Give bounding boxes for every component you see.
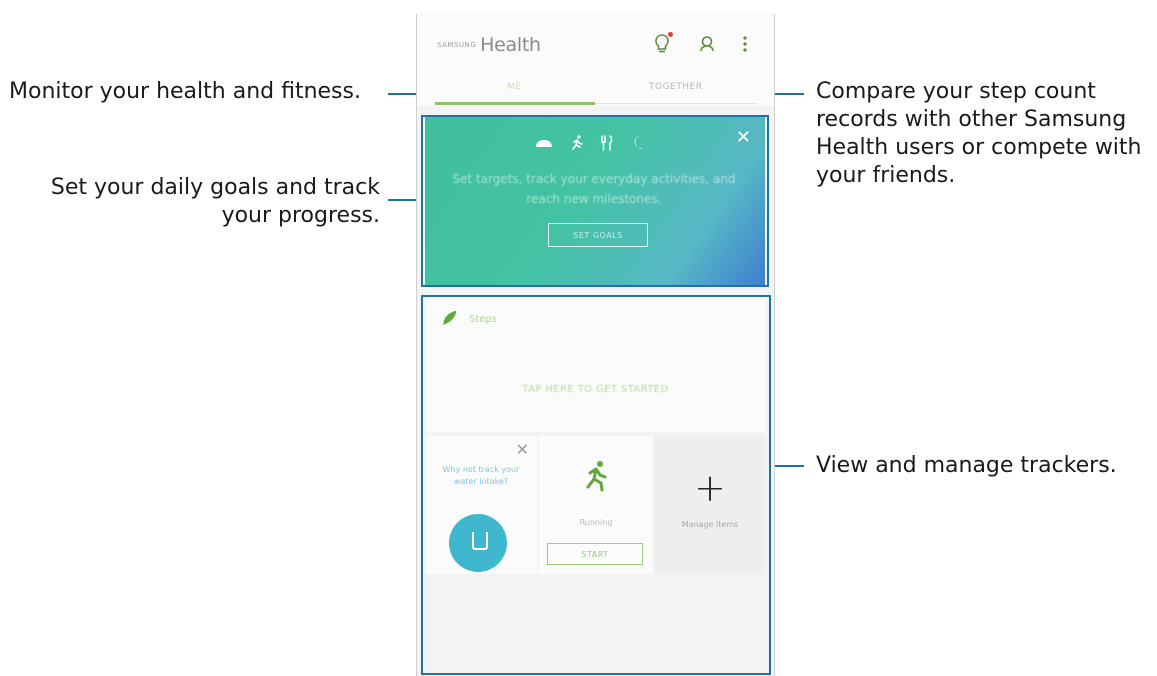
more-icon[interactable]	[733, 32, 757, 56]
tab-divider	[595, 103, 757, 104]
callout-monitor: Monitor your health and fitness.	[9, 79, 361, 104]
profile-icon[interactable]	[695, 32, 719, 56]
app-brand: SAMSUNG Health	[437, 34, 541, 56]
tab-together[interactable]: TOGETHER	[649, 82, 702, 92]
brand-samsung: SAMSUNG	[437, 41, 477, 49]
callout-compare: Compare your step count records with oth…	[816, 79, 1142, 188]
trackers-highlight-frame	[421, 295, 771, 675]
callout-trackers-line	[772, 465, 804, 467]
brand-health: Health	[480, 34, 541, 56]
app-bar: SAMSUNG Health	[417, 14, 774, 74]
callout-goals: Set your daily goals and track your prog…	[50, 175, 380, 228]
callout-trackers: View and manage trackers.	[816, 453, 1117, 478]
tab-me[interactable]: ME	[507, 82, 521, 92]
goals-highlight-frame	[421, 115, 769, 287]
bulb-icon[interactable]	[650, 32, 674, 56]
tab-me-underline	[435, 102, 595, 105]
notification-dot	[668, 32, 673, 37]
